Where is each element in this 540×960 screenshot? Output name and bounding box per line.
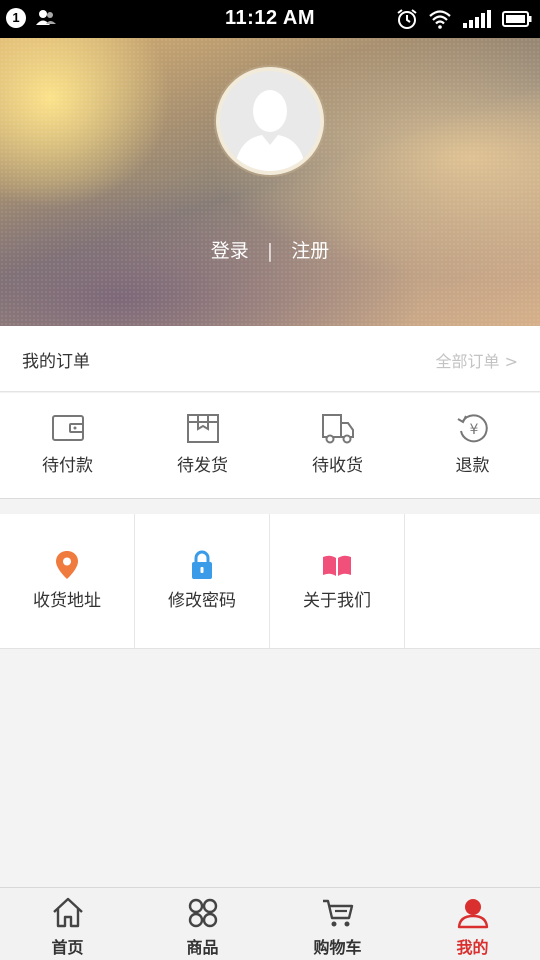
tab-cart[interactable]: 购物车 — [270, 888, 405, 960]
auth-separator: | — [266, 240, 274, 262]
tab-home[interactable]: 首页 — [0, 888, 135, 960]
order-status-pending-receipt[interactable]: 待收货 — [270, 393, 405, 499]
signal-icon — [463, 10, 491, 28]
delivery-truck-icon — [321, 414, 354, 444]
user-icon — [457, 899, 488, 929]
grid-item-label: 修改密码 — [168, 591, 236, 611]
battery-icon — [502, 11, 532, 27]
tab-mine[interactable]: 我的 — [405, 888, 540, 960]
order-status-label: 待发货 — [177, 456, 228, 476]
about-us-item[interactable]: 关于我们 — [270, 514, 405, 648]
svg-text:¥: ¥ — [469, 422, 478, 438]
grid-item-label: 收货地址 — [33, 591, 101, 611]
all-orders-link[interactable]: 全部订单 > — [436, 348, 519, 372]
book-icon — [323, 555, 351, 576]
order-status-pending-shipment[interactable]: 待发货 — [135, 393, 270, 499]
alarm-icon — [397, 9, 417, 29]
lock-icon — [192, 550, 212, 579]
profile-header: 登录 | 注册 — [0, 38, 540, 326]
status-right — [396, 8, 532, 30]
order-status-pending-payment[interactable]: 待付款 — [0, 393, 135, 499]
cart-icon — [322, 899, 353, 927]
tab-label: 我的 — [456, 938, 489, 957]
tab-label: 购物车 — [313, 938, 362, 957]
default-user-avatar-icon — [234, 90, 306, 171]
grid-item-label: 关于我们 — [303, 591, 371, 611]
order-status-label: 待收货 — [312, 456, 363, 476]
package-icon — [186, 414, 219, 443]
home-icon — [52, 897, 83, 928]
change-password-item[interactable]: 修改密码 — [135, 514, 270, 648]
my-orders-row[interactable]: 我的订单 全部订单 > — [0, 326, 540, 392]
shipping-address-item[interactable]: 收货地址 — [0, 514, 135, 648]
avatar[interactable] — [216, 67, 324, 175]
bottom-tab-bar: 首页 商品 购物车 我的 — [0, 887, 540, 960]
location-pin-icon — [56, 551, 78, 579]
auth-links: 登录 | 注册 — [0, 236, 540, 263]
status-bar: 1 11:12 AM — [0, 0, 540, 38]
order-status-label: 待付款 — [42, 456, 93, 476]
order-status-label: 退款 — [455, 456, 490, 476]
tab-label: 商品 — [186, 938, 219, 957]
grid-circles-icon — [188, 898, 217, 928]
wifi-icon — [429, 10, 451, 29]
tab-label: 首页 — [51, 938, 84, 957]
login-link[interactable]: 登录 — [211, 236, 249, 263]
refund-icon: ¥ — [456, 414, 488, 443]
wallet-icon — [51, 415, 84, 441]
order-status-refund[interactable]: ¥ 退款 — [405, 393, 540, 499]
grid-empty-cell — [405, 514, 540, 648]
tab-products[interactable]: 商品 — [135, 888, 270, 960]
order-status-row: 待付款 待发货 待收货 ¥ 退款 — [0, 393, 540, 499]
my-orders-title: 我的订单 — [22, 352, 90, 372]
services-grid: 收货地址 修改密码 关于我们 — [0, 514, 540, 649]
register-link[interactable]: 注册 — [291, 236, 329, 263]
